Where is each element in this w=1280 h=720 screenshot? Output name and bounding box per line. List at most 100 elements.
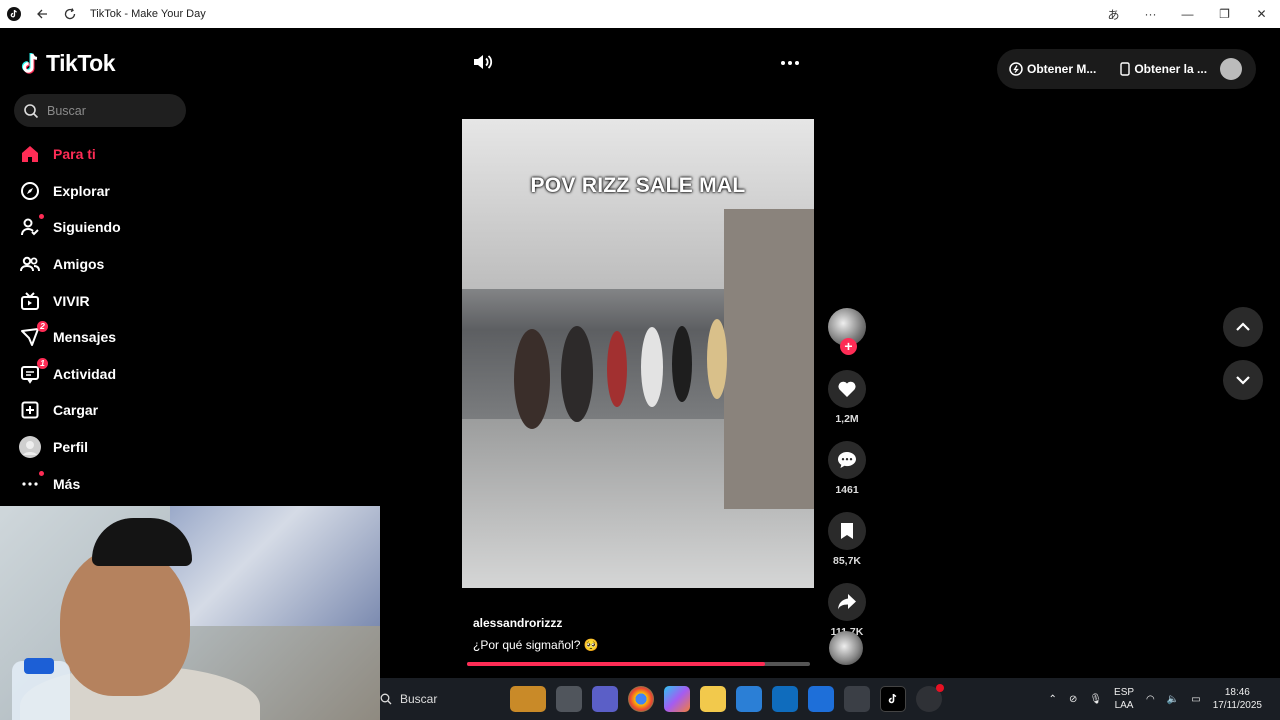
task-view-icon[interactable] bbox=[556, 686, 582, 712]
sidebar-item-para-ti[interactable]: Para ti bbox=[18, 136, 121, 173]
description-emoji: 🥺 bbox=[583, 638, 599, 652]
sidebar-item-mensajes[interactable]: 2 Mensajes bbox=[18, 319, 121, 356]
webcam-overlay bbox=[0, 506, 380, 720]
sidebar-item-vivir[interactable]: VIVIR bbox=[18, 282, 121, 319]
like-button[interactable] bbox=[828, 370, 866, 408]
activity-badge: 1 bbox=[37, 357, 48, 369]
restore-button[interactable]: ❐ bbox=[1206, 0, 1243, 28]
get-app-button[interactable]: Obtener la ... bbox=[1108, 62, 1219, 76]
sidebar-item-label: Explorar bbox=[53, 182, 110, 199]
network-off-icon[interactable]: ⊘ bbox=[1069, 694, 1077, 705]
file-explorer-icon[interactable] bbox=[700, 686, 726, 712]
sidebar-item-mas[interactable]: Más bbox=[18, 465, 121, 502]
phone-icon bbox=[1120, 62, 1131, 76]
get-app-label: Obtener la ... bbox=[1134, 62, 1208, 76]
music-disc-icon[interactable] bbox=[829, 631, 863, 665]
sidebar-item-label: Más bbox=[53, 475, 81, 492]
notification-dot bbox=[936, 684, 944, 692]
video-progress-bar[interactable] bbox=[467, 662, 810, 666]
clock[interactable]: 18:46 17/11/2025 bbox=[1213, 686, 1262, 712]
sidebar-item-amigos[interactable]: Amigos bbox=[18, 246, 121, 283]
sidebar-item-label: Amigos bbox=[53, 256, 105, 273]
video-player[interactable]: POV RIZZ SALE MAL bbox=[462, 119, 814, 588]
video-more-icon[interactable] bbox=[780, 54, 800, 72]
more-dots-icon bbox=[18, 470, 44, 496]
sidebar-nav: Para ti Explorar Siguiendo Amigos VIVIR … bbox=[18, 136, 121, 502]
sidebar-item-siguiendo[interactable]: Siguiendo bbox=[18, 209, 121, 246]
get-coins-button[interactable]: Obtener M... bbox=[997, 62, 1108, 76]
copilot-icon[interactable] bbox=[664, 686, 690, 712]
activity-icon: 1 bbox=[18, 357, 48, 386]
input-language[interactable]: ESP LAA bbox=[1114, 686, 1134, 712]
wifi-icon[interactable]: ◠ bbox=[1146, 694, 1155, 705]
refresh-icon[interactable] bbox=[56, 0, 84, 28]
creator-avatar[interactable]: + bbox=[828, 308, 866, 355]
home-icon bbox=[18, 142, 42, 166]
messages-icon: 2 bbox=[18, 321, 48, 349]
tiktok-logo[interactable]: TikTok bbox=[20, 50, 116, 77]
outlook-icon[interactable] bbox=[772, 686, 798, 712]
video-caption: POV RIZZ SALE MAL bbox=[530, 174, 746, 197]
video-username[interactable]: alessandrorizzz bbox=[473, 616, 562, 630]
sidebar-item-label: Mensajes bbox=[53, 329, 117, 346]
comment-action[interactable]: 1461 bbox=[825, 441, 869, 496]
save-action[interactable]: 85,7K bbox=[825, 512, 869, 567]
save-count: 85,7K bbox=[832, 555, 862, 567]
volume-icon[interactable] bbox=[472, 52, 494, 77]
translate-icon[interactable]: あ bbox=[1095, 0, 1132, 28]
comment-button[interactable] bbox=[828, 441, 866, 479]
search-bar[interactable] bbox=[14, 94, 186, 127]
windows-taskbar: Buscar ⌃ ⊘ 🎙 ESP LAA ◠ 🔈 ▭ 18:46 17/11/2… bbox=[380, 678, 1280, 720]
obs-icon[interactable] bbox=[844, 686, 870, 712]
clock-time: 18:46 bbox=[1224, 687, 1250, 698]
battery-icon[interactable]: ▭ bbox=[1191, 694, 1200, 705]
sidebar-item-label: Para ti bbox=[53, 146, 96, 163]
save-button[interactable] bbox=[828, 512, 866, 550]
sidebar-item-label: VIVIR bbox=[53, 292, 90, 309]
sidebar-item-perfil[interactable]: Perfil bbox=[18, 429, 121, 466]
search-input[interactable] bbox=[47, 103, 167, 118]
window-more-icon[interactable]: ··· bbox=[1132, 0, 1169, 28]
taskbar-search[interactable]: Buscar bbox=[380, 692, 510, 706]
video-frame-people bbox=[514, 319, 727, 429]
teams-icon[interactable] bbox=[592, 686, 618, 712]
speaker-icon[interactable]: 🔈 bbox=[1167, 694, 1179, 705]
video-description: ¿Por qué sigmañol? 🥺 bbox=[473, 638, 599, 652]
tiktok-app-icon bbox=[0, 0, 28, 28]
follow-plus-button[interactable]: + bbox=[840, 338, 857, 355]
minimize-button[interactable]: — bbox=[1169, 0, 1206, 28]
sidebar-item-actividad[interactable]: 1 Actividad bbox=[18, 356, 121, 393]
news-widget-icon[interactable] bbox=[510, 686, 546, 712]
next-video-button[interactable] bbox=[1223, 360, 1263, 400]
tray-chevron-up-icon[interactable]: ⌃ bbox=[1049, 694, 1057, 705]
bookmark-icon bbox=[841, 523, 853, 539]
share-button[interactable] bbox=[828, 583, 866, 621]
close-button[interactable]: ✕ bbox=[1243, 0, 1280, 28]
sidebar-item-cargar[interactable]: Cargar bbox=[18, 392, 121, 429]
app-with-notification-icon[interactable] bbox=[916, 684, 944, 712]
like-action[interactable]: 1,2M bbox=[825, 370, 869, 425]
window-titlebar: TikTok - Make Your Day あ ··· — ❐ ✕ bbox=[0, 0, 1280, 28]
keyboard-layout: LAA bbox=[1114, 700, 1134, 711]
user-avatar[interactable] bbox=[1220, 58, 1242, 80]
tiktok-note-icon bbox=[21, 52, 38, 74]
previous-video-button[interactable] bbox=[1223, 307, 1263, 347]
coin-icon bbox=[1009, 62, 1023, 76]
live-icon bbox=[18, 289, 42, 313]
store-icon[interactable] bbox=[736, 686, 762, 712]
tiktok-taskbar-icon[interactable] bbox=[880, 686, 906, 712]
back-icon[interactable] bbox=[28, 0, 56, 28]
share-icon bbox=[838, 594, 856, 610]
like-count: 1,2M bbox=[835, 413, 859, 425]
compass-icon bbox=[18, 179, 42, 203]
editor-app-icon[interactable] bbox=[808, 686, 834, 712]
chevron-up-icon bbox=[1236, 322, 1250, 331]
video-actions: + 1,2M 1461 85,7K 111,7K bbox=[825, 308, 869, 638]
sidebar-item-explorar[interactable]: Explorar bbox=[18, 173, 121, 210]
background-art bbox=[170, 506, 380, 626]
search-icon bbox=[24, 103, 39, 118]
microphone-icon[interactable]: 🎙 bbox=[1089, 694, 1102, 705]
share-action[interactable]: 111,7K bbox=[825, 583, 869, 638]
notification-dot bbox=[39, 214, 44, 220]
chrome-icon[interactable] bbox=[628, 686, 654, 712]
